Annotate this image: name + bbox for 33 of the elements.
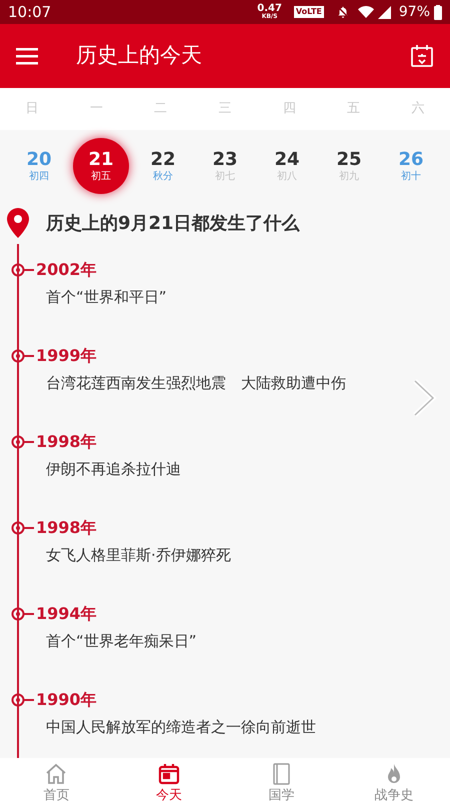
section-heading: 历史上的9月21日都发生了什么	[46, 212, 300, 236]
event-year: 1998年	[36, 517, 97, 539]
event-year: 2002年	[36, 259, 97, 281]
event-title[interactable]: 中国人民解放军的缔造者之一徐向前逝世	[46, 716, 450, 738]
wifi-icon	[358, 5, 374, 19]
event-year: 1994年	[36, 603, 97, 625]
battery-icon	[434, 4, 442, 20]
volte-badge: VoLTE	[294, 6, 324, 18]
nav-tab[interactable]: 战争史	[338, 758, 450, 810]
event-title[interactable]: 女飞人格里菲斯·乔伊娜猝死	[46, 544, 450, 566]
event-year: 1990年	[36, 689, 97, 711]
day-cell[interactable]: 21 初五	[73, 138, 129, 194]
menu-icon[interactable]	[16, 47, 38, 65]
day-cell[interactable]: 22 秋分	[135, 138, 191, 194]
event-year: 1998年	[36, 431, 97, 453]
event-year: 1999年	[36, 345, 97, 367]
event-title[interactable]: 台湾花莲西南发生强烈地震 大陆救助遭中伤	[46, 372, 450, 394]
event-title[interactable]: 首个“世界老年痴呆日”	[46, 630, 450, 652]
event-title[interactable]: 伊朗不再追杀拉什迪	[46, 458, 450, 480]
calendar-icon	[156, 762, 181, 786]
calendar-today-icon[interactable]	[410, 44, 434, 68]
signal-icon	[378, 6, 391, 18]
app-title: 历史上的今天	[76, 42, 202, 70]
network-speed: 0.47	[257, 4, 282, 14]
home-icon	[44, 762, 68, 786]
nav-tab[interactable]: 今天	[112, 758, 225, 810]
nav-tab[interactable]: 首页	[0, 758, 112, 810]
bell-off-icon	[336, 5, 350, 19]
nav-tab[interactable]: 国学	[225, 758, 338, 810]
status-time: 10:07	[8, 2, 52, 23]
location-pin-icon	[6, 208, 30, 238]
battery-percent: 97%	[398, 2, 430, 22]
event-title[interactable]: 首个“世界和平日”	[46, 286, 450, 308]
